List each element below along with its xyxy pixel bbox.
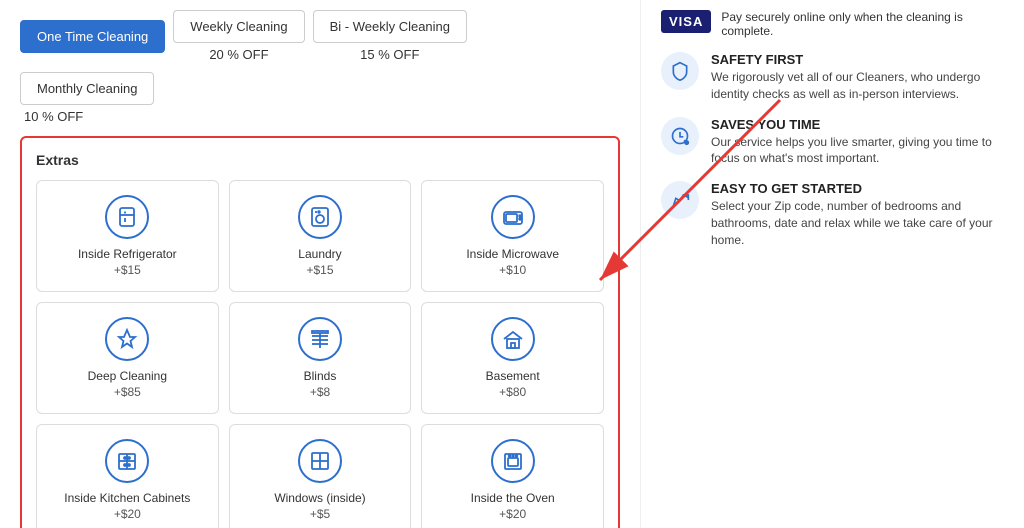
- safety-desc: We rigorously vet all of our Cleaners, w…: [711, 69, 1004, 103]
- cleaning-tabs: One Time Cleaning Weekly Cleaning 20 % O…: [20, 10, 620, 62]
- tab-bi-weekly[interactable]: Bi - Weekly Cleaning: [313, 10, 467, 43]
- extra-basement[interactable]: Basement +$80: [421, 302, 604, 414]
- time-desc: Our service helps you live smarter, givi…: [711, 134, 1004, 168]
- blinds-icon: [298, 317, 342, 361]
- visa-badge: VISA: [661, 10, 711, 33]
- microwave-price: +$10: [499, 263, 526, 277]
- time-content: SAVES YOU TIME Our service helps you liv…: [711, 117, 1004, 168]
- basement-icon: [491, 317, 535, 361]
- cabinets-price: +$20: [114, 507, 141, 521]
- extra-cabinets[interactable]: Inside Kitchen Cabinets +$20: [36, 424, 219, 528]
- oven-label: Inside the Oven: [471, 491, 555, 505]
- start-title: EASY TO GET STARTED: [711, 181, 1004, 196]
- tab-monthly[interactable]: Monthly Cleaning: [20, 72, 154, 105]
- safety-icon: [661, 52, 699, 90]
- laundry-icon: [298, 195, 342, 239]
- laundry-price: +$15: [306, 263, 333, 277]
- fridge-label: Inside Refrigerator: [78, 247, 177, 261]
- tab-weekly[interactable]: Weekly Cleaning: [173, 10, 304, 43]
- time-title: SAVES YOU TIME: [711, 117, 1004, 132]
- blinds-price: +$8: [310, 385, 330, 399]
- safety-title: SAFETY FIRST: [711, 52, 1004, 67]
- microwave-icon: [491, 195, 535, 239]
- windows-price: +$5: [310, 507, 330, 521]
- fridge-price: +$15: [114, 263, 141, 277]
- deep-cleaning-icon: [105, 317, 149, 361]
- visa-row: VISA Pay securely online only when the c…: [661, 10, 1004, 38]
- laundry-label: Laundry: [298, 247, 341, 261]
- feature-time: SAVES YOU TIME Our service helps you liv…: [661, 117, 1004, 168]
- bi-weekly-discount: 15 % OFF: [360, 47, 419, 62]
- feature-start: EASY TO GET STARTED Select your Zip code…: [661, 181, 1004, 248]
- extras-grid: Inside Refrigerator +$15 Laundry +$15: [36, 180, 604, 528]
- basement-price: +$80: [499, 385, 526, 399]
- extra-oven[interactable]: Inside the Oven +$20: [421, 424, 604, 528]
- deep-price: +$85: [114, 385, 141, 399]
- basement-label: Basement: [486, 369, 540, 383]
- extras-container: Extras Inside Refrigerator +$15: [20, 136, 620, 528]
- extra-deep[interactable]: Deep Cleaning +$85: [36, 302, 219, 414]
- right-panel: VISA Pay securely online only when the c…: [640, 0, 1024, 528]
- visa-text: Pay securely online only when the cleani…: [721, 10, 1004, 38]
- time-icon: [661, 117, 699, 155]
- extra-laundry[interactable]: Laundry +$15: [229, 180, 412, 292]
- start-desc: Select your Zip code, number of bedrooms…: [711, 198, 1004, 248]
- extra-blinds[interactable]: Blinds +$8: [229, 302, 412, 414]
- oven-icon: [491, 439, 535, 483]
- safety-content: SAFETY FIRST We rigorously vet all of ou…: [711, 52, 1004, 103]
- fridge-icon: [105, 195, 149, 239]
- oven-price: +$20: [499, 507, 526, 521]
- weekly-discount: 20 % OFF: [209, 47, 268, 62]
- monthly-section: Monthly Cleaning 10 % OFF: [20, 72, 620, 124]
- extra-windows[interactable]: Windows (inside) +$5: [229, 424, 412, 528]
- start-icon: [661, 181, 699, 219]
- microwave-label: Inside Microwave: [466, 247, 559, 261]
- extra-microwave[interactable]: Inside Microwave +$10: [421, 180, 604, 292]
- windows-label: Windows (inside): [274, 491, 365, 505]
- extra-fridge[interactable]: Inside Refrigerator +$15: [36, 180, 219, 292]
- deep-label: Deep Cleaning: [88, 369, 167, 383]
- blinds-label: Blinds: [304, 369, 337, 383]
- windows-icon: [298, 439, 342, 483]
- feature-safety: SAFETY FIRST We rigorously vet all of ou…: [661, 52, 1004, 103]
- cabinets-icon: [105, 439, 149, 483]
- tab-one-time[interactable]: One Time Cleaning: [20, 20, 165, 53]
- start-content: EASY TO GET STARTED Select your Zip code…: [711, 181, 1004, 248]
- extras-title: Extras: [36, 152, 604, 168]
- monthly-discount: 10 % OFF: [24, 109, 83, 124]
- cabinets-label: Inside Kitchen Cabinets: [64, 491, 190, 505]
